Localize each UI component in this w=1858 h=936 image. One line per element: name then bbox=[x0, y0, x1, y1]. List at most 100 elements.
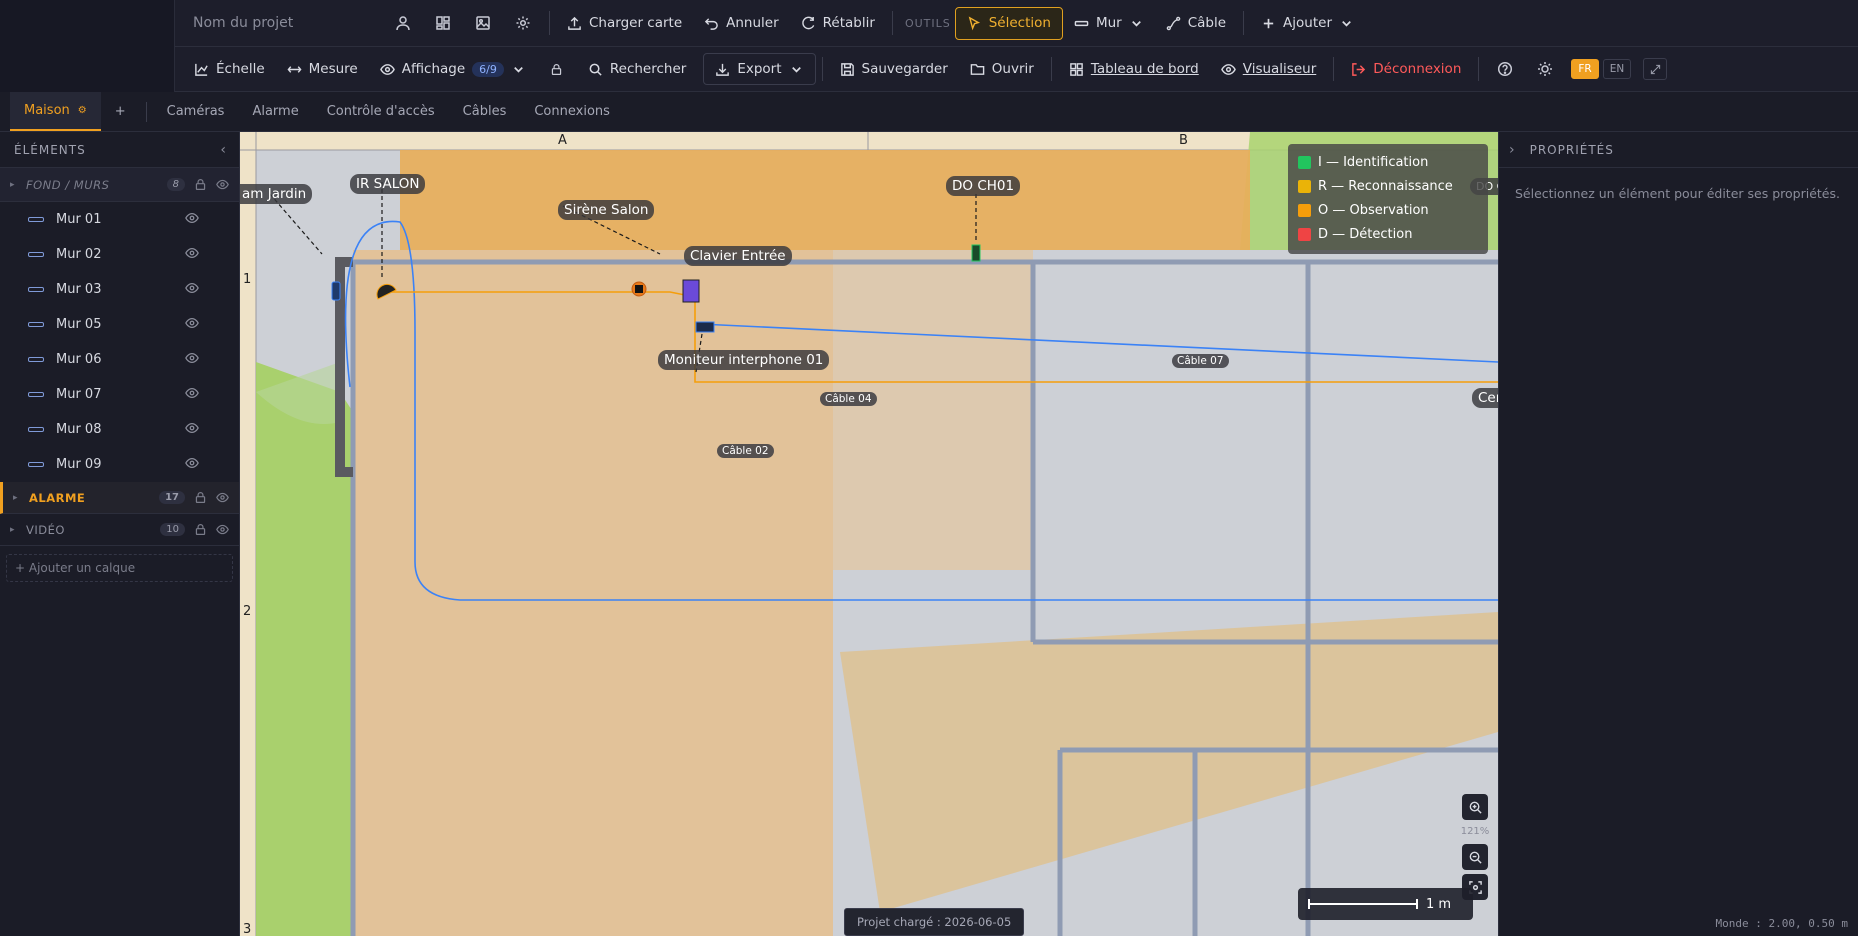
measure-label: Mesure bbox=[308, 61, 358, 77]
separator bbox=[1050, 57, 1052, 81]
display-button[interactable]: Affichage 6/9 bbox=[369, 53, 537, 85]
scale-bar-label: 1 m bbox=[1426, 896, 1452, 912]
label-moniteur-interphone[interactable]: Moniteur interphone 01 bbox=[658, 350, 830, 370]
export-button[interactable]: Export bbox=[703, 53, 816, 85]
tab-cameras[interactable]: Caméras bbox=[153, 92, 239, 131]
zoom-controls: 121% bbox=[1458, 794, 1492, 900]
add-tab-button[interactable]: + bbox=[101, 92, 140, 131]
wall-tool-button[interactable]: Mur bbox=[1063, 7, 1155, 39]
group-video[interactable]: ▸ VIDÉO 10 bbox=[0, 514, 239, 546]
group-fond-murs[interactable]: ▸ FOND / MURS 8 bbox=[0, 168, 239, 202]
eye-icon[interactable] bbox=[185, 456, 199, 474]
tools-label: OUTILS bbox=[904, 16, 951, 30]
cable-label-04[interactable]: Câble 04 bbox=[820, 392, 877, 406]
eye-icon[interactable] bbox=[215, 178, 229, 191]
separator bbox=[1333, 57, 1335, 81]
wall-item[interactable]: Mur 03 bbox=[0, 272, 239, 307]
wall-item[interactable]: Mur 02 bbox=[0, 237, 239, 272]
add-layer-button[interactable]: + Ajouter un calque bbox=[6, 554, 233, 582]
wall-item[interactable]: Mur 01 bbox=[0, 202, 239, 237]
measure-button[interactable]: Mesure bbox=[276, 53, 369, 85]
group-name: ALARME bbox=[29, 490, 86, 505]
wall-icon bbox=[28, 462, 44, 467]
settings-small-icon[interactable]: ⚙ bbox=[78, 105, 87, 116]
eye-icon[interactable] bbox=[215, 491, 229, 504]
wall-item-label: Mur 09 bbox=[56, 457, 102, 472]
tab-alarme[interactable]: Alarme bbox=[238, 92, 312, 131]
eye-icon[interactable] bbox=[185, 316, 199, 334]
label-cam-jardin[interactable]: am Jardin bbox=[240, 184, 313, 204]
wall-icon bbox=[28, 427, 44, 432]
wall-item[interactable]: Mur 06 bbox=[0, 342, 239, 377]
open-button[interactable]: Ouvrir bbox=[959, 53, 1045, 85]
wall-item[interactable]: Mur 09 bbox=[0, 447, 239, 482]
label-clavier-entree[interactable]: Clavier Entrée bbox=[684, 246, 792, 266]
legend-item-detection: D — Détection bbox=[1298, 222, 1478, 246]
settings-icon[interactable] bbox=[503, 7, 543, 39]
undo-button[interactable]: Annuler bbox=[693, 7, 790, 39]
add-menu-button[interactable]: Ajouter bbox=[1250, 7, 1365, 39]
lang-fr-button[interactable]: FR bbox=[1571, 59, 1599, 79]
select-tool-button[interactable]: Sélection bbox=[954, 6, 1063, 40]
wall-icon bbox=[28, 322, 44, 327]
scale-label: Échelle bbox=[216, 61, 265, 77]
cable-label-07[interactable]: Câble 07 bbox=[1172, 354, 1229, 368]
label-ir-salon[interactable]: IR SALON bbox=[350, 174, 426, 194]
wall-icon bbox=[28, 287, 44, 292]
group-count: 10 bbox=[160, 523, 185, 536]
wall-item-label: Mur 03 bbox=[56, 282, 102, 297]
logout-button[interactable]: Déconnexion bbox=[1340, 53, 1472, 85]
eye-icon[interactable] bbox=[185, 281, 199, 299]
cable-tool-button[interactable]: Câble bbox=[1155, 7, 1237, 39]
chevron-down-icon bbox=[514, 66, 523, 73]
lock-icon[interactable] bbox=[193, 178, 207, 191]
lock-icon[interactable] bbox=[537, 53, 577, 85]
expand-icon[interactable] bbox=[1643, 58, 1668, 80]
cable-label-02[interactable]: Câble 02 bbox=[717, 444, 774, 458]
eye-icon[interactable] bbox=[185, 246, 199, 264]
tab-maison[interactable]: Maison ⚙ bbox=[10, 92, 101, 131]
tab-connexions[interactable]: Connexions bbox=[520, 92, 624, 131]
scale-button[interactable]: Échelle bbox=[183, 53, 276, 85]
tab-cables[interactable]: Câbles bbox=[449, 92, 521, 131]
group-alarme[interactable]: ▸ ALARME 17 bbox=[0, 482, 239, 514]
image-icon[interactable] bbox=[463, 7, 503, 39]
label-do-ch01[interactable]: DO CH01 bbox=[946, 176, 1021, 196]
lock-icon[interactable] bbox=[193, 491, 207, 504]
cable-label: Câble bbox=[1187, 15, 1227, 31]
floor-plan-canvas[interactable]: A B 1 2 3 am Jardin IR SALON Sirène Salo… bbox=[240, 132, 1498, 936]
search-button[interactable]: Rechercher bbox=[577, 53, 697, 85]
wall-item-label: Mur 02 bbox=[56, 247, 102, 262]
wall-item[interactable]: Mur 07 bbox=[0, 377, 239, 412]
collapse-right-icon[interactable]: › bbox=[1509, 142, 1516, 158]
load-map-button[interactable]: Charger carte bbox=[556, 7, 693, 39]
tab-controle-acces[interactable]: Contrôle d'accès bbox=[313, 92, 449, 131]
wall-icon bbox=[28, 357, 44, 362]
layout-icon[interactable] bbox=[423, 7, 463, 39]
wall-item[interactable]: Mur 05 bbox=[0, 307, 239, 342]
legend-item-observation: O — Observation bbox=[1298, 198, 1478, 222]
user-icon[interactable] bbox=[383, 7, 423, 39]
wall-item[interactable]: Mur 08 bbox=[0, 412, 239, 447]
collapse-left-icon[interactable]: ‹ bbox=[220, 142, 227, 158]
help-icon[interactable] bbox=[1485, 53, 1525, 85]
eye-icon[interactable] bbox=[185, 211, 199, 229]
label-cen[interactable]: Cen bbox=[1472, 388, 1498, 408]
label-sirene-salon[interactable]: Sirène Salon bbox=[558, 200, 655, 220]
save-button[interactable]: Sauvegarder bbox=[829, 53, 959, 85]
eye-icon[interactable] bbox=[185, 386, 199, 404]
lock-icon[interactable] bbox=[193, 523, 207, 536]
eye-icon[interactable] bbox=[185, 421, 199, 439]
zoom-out-icon[interactable] bbox=[1462, 844, 1488, 870]
theme-sun-icon[interactable] bbox=[1525, 53, 1565, 85]
dashboard-link[interactable]: Tableau de bord bbox=[1058, 53, 1210, 85]
eye-icon[interactable] bbox=[185, 351, 199, 369]
eye-icon[interactable] bbox=[215, 523, 229, 536]
display-count-badge: 6/9 bbox=[472, 61, 504, 77]
viewer-link[interactable]: Visualiseur bbox=[1210, 53, 1328, 85]
lang-en-button[interactable]: EN bbox=[1602, 59, 1632, 79]
project-name-input[interactable]: Nom du projet bbox=[193, 15, 383, 31]
zoom-in-icon[interactable] bbox=[1462, 794, 1488, 820]
redo-button[interactable]: Rétablir bbox=[790, 7, 886, 39]
group-name: VIDÉO bbox=[26, 522, 65, 537]
